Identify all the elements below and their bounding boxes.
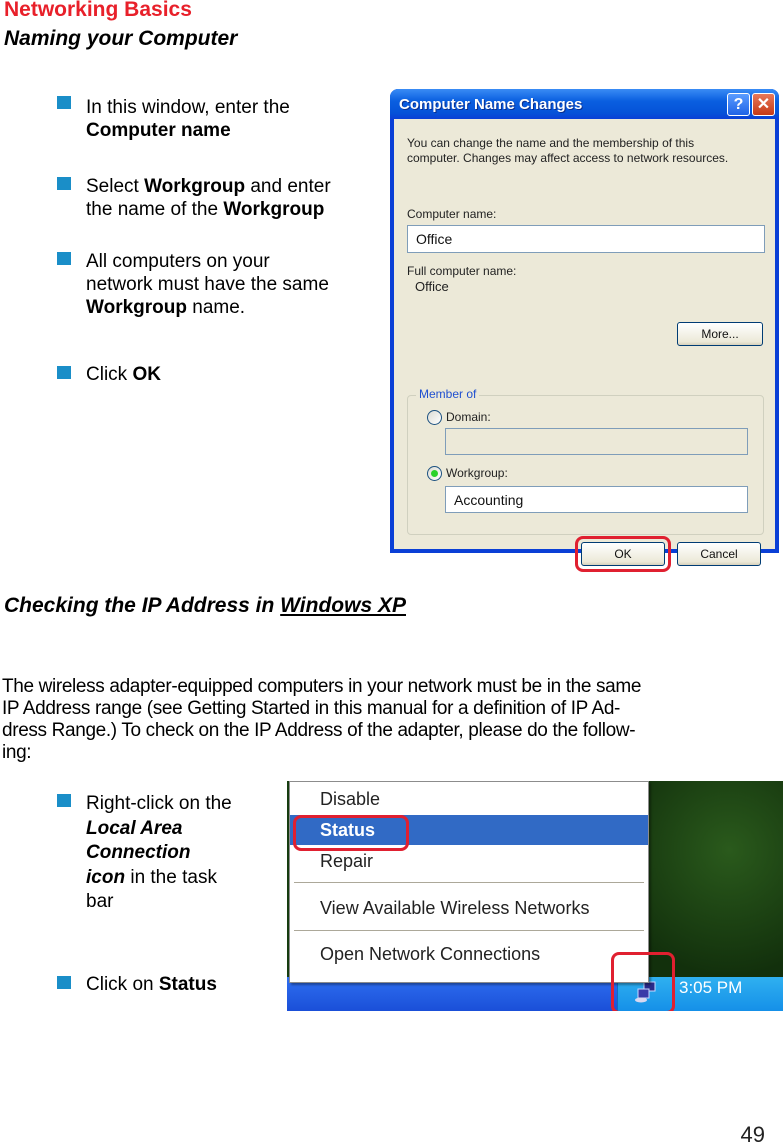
workgroup-input[interactable]: Accounting (445, 486, 748, 513)
full-computer-name-value: Office (415, 279, 449, 294)
step-text-part: name. (186, 297, 246, 318)
windows-xp-link[interactable]: Windows XP (280, 594, 406, 617)
step-text: Right-click on the Local Area Connection… (86, 792, 232, 915)
domain-input[interactable] (445, 428, 748, 455)
heading-text: Checking the IP Address in (4, 594, 281, 617)
workgroup-radio[interactable] (427, 466, 442, 481)
step-text-part: In this window, enter the (86, 97, 290, 118)
computer-name-changes-dialog: Computer Name Changes ? ✕ You can change… (390, 89, 779, 572)
step-text-bold: Workgroup (223, 199, 325, 220)
cancel-button[interactable]: Cancel (677, 542, 761, 566)
ip-section-heading: Checking the IP Address in Windows XP (4, 594, 406, 618)
ip-section-paragraph: The wireless adapter-equipped computers … (2, 676, 782, 764)
taskbar-clock[interactable]: 3:05 PM (679, 975, 742, 1001)
page-number: 49 (740, 1122, 765, 1147)
computer-name-label: Computer name: (407, 207, 497, 221)
step-text-part: in the task (125, 866, 217, 888)
paragraph-line: ing: (2, 742, 32, 763)
full-computer-name-label: Full computer name: (407, 264, 517, 278)
page-subtitle: Naming your Computer (4, 27, 238, 50)
step-text-bold: Workgroup (144, 176, 246, 197)
step-text-part: network must have the same (86, 274, 329, 295)
ok-highlight-box (575, 536, 671, 572)
description-line: computer. Changes may affect access to n… (407, 151, 729, 165)
step-text-part: Click on (86, 974, 159, 995)
step-text-bold: Computer name (86, 120, 231, 141)
step-text: Click OK (86, 363, 161, 386)
domain-label: Domain: (446, 410, 491, 424)
computer-name-input[interactable]: Office (407, 225, 765, 253)
step-text-part: Right-click on the (86, 793, 232, 814)
section-title: Networking Basics (4, 0, 192, 21)
step-text-part: and enter (245, 176, 331, 197)
step-text: Click on Status (86, 973, 217, 996)
step-text-bold-italic: Connection (86, 842, 191, 863)
dialog-description: You can change the name and the membersh… (407, 136, 728, 166)
menu-separator (294, 930, 644, 931)
context-menu: Disable Status Repair View Available Wir… (289, 781, 649, 983)
step-text: Select Workgroup and enter the name of t… (86, 175, 331, 221)
step-text-part: All computers on your (86, 251, 270, 272)
menu-separator (294, 882, 644, 883)
bullet-icon (57, 976, 71, 989)
close-button[interactable]: ✕ (752, 93, 775, 116)
step-text-bold: OK (132, 364, 161, 385)
paragraph-line: IP Address range (see Getting Started in… (2, 698, 621, 719)
step-text-bold: Status (158, 974, 217, 995)
step-text-part: Click (86, 364, 133, 385)
member-of-group: Member of Domain: Workgroup: Accounting (407, 387, 764, 535)
step-text-part: the name of the (86, 199, 224, 220)
context-menu-screenshot: 3:05 PM Disable Status Repair View Avail… (287, 781, 783, 1011)
step-text-bold-italic: Local Area (86, 817, 183, 839)
description-line: You can change the name and the membersh… (407, 136, 695, 150)
dialog-titlebar[interactable]: Computer Name Changes ? ✕ (390, 89, 779, 119)
help-button[interactable]: ? (727, 93, 750, 116)
step-text: In this window, enter the Computer name (86, 96, 290, 142)
step-text-bold-italic: icon (86, 866, 126, 888)
bullet-icon (57, 794, 71, 807)
tray-icon-highlight-box (611, 952, 675, 1011)
dialog-body: You can change the name and the membersh… (394, 119, 775, 572)
paragraph-line: The wireless adapter-equipped computers … (2, 676, 642, 697)
member-of-label: Member of (416, 387, 480, 401)
menu-item-view-wireless-networks[interactable]: View Available Wireless Networks (290, 893, 648, 923)
more-button[interactable]: More... (677, 322, 763, 346)
bullet-icon (57, 96, 71, 109)
domain-radio[interactable] (427, 410, 442, 425)
step-text-part: bar (86, 891, 114, 912)
menu-item-open-network-connections[interactable]: Open Network Connections (290, 939, 648, 969)
bullet-icon (57, 177, 71, 190)
dialog-title: Computer Name Changes (399, 96, 583, 113)
workgroup-label: Workgroup: (446, 466, 508, 480)
step-text-bold: Workgroup (86, 297, 187, 318)
step-text-part: Select (86, 176, 145, 197)
menu-item-disable[interactable]: Disable (290, 784, 648, 814)
bullet-icon (57, 252, 71, 265)
radio-selected-dot (431, 470, 438, 477)
status-highlight-box (293, 815, 409, 851)
step-text: All computers on your network must have … (86, 250, 329, 319)
paragraph-line: dress Range.) To check on the IP Address… (2, 720, 636, 741)
bullet-icon (57, 366, 71, 379)
